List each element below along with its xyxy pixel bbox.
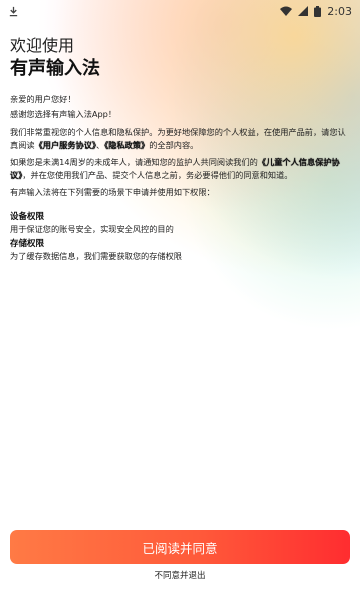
disagree-exit-link[interactable]: 不同意并退出 — [0, 569, 360, 581]
agree-button[interactable]: 已阅读并同意 — [10, 530, 350, 564]
consent-content: 欢迎使用 有声输入法 亲爱的用户您好！ 感谢您选择有声输入法App！ 我们非常重… — [10, 36, 348, 262]
privacy-intro-paragraph: 我们非常重视您的个人信息和隐私保护。为更好地保障您的个人权益，在使用产品前，请您… — [10, 126, 348, 152]
greeting-text: 亲爱的用户您好！ — [10, 94, 76, 104]
minor-outro-text: ，并在您使用我们产品、提交个人信息之前，务必要得他们的同意和知道。 — [22, 170, 293, 180]
permission-desc-storage: 为了缓存数据信息，我们需要获取您的存储权限 — [10, 251, 182, 261]
thanks-text: 感谢您选择有声输入法App！ — [10, 109, 117, 119]
status-time: 2:03 — [327, 4, 352, 18]
permission-title-device: 设备权限 — [10, 212, 45, 222]
privacy-policy-link[interactable]: 《隐私政策》 — [104, 140, 149, 150]
download-icon — [8, 6, 19, 17]
battery-icon — [314, 5, 322, 17]
minor-intro-text: 如果您是未满14周岁的未成年人，请通知您的监护人共同阅读我们的 — [10, 157, 258, 167]
permission-desc-device: 用于保证您的账号安全，实现安全风控的目的 — [10, 224, 174, 234]
permissions-lead-text: 有声输入法将在下列需要的场景下申请并使用如下权限： — [10, 187, 215, 197]
link-separator: 、 — [95, 140, 105, 150]
status-bar: 2:03 — [0, 0, 360, 22]
welcome-text: 欢迎使用 — [10, 36, 75, 55]
wifi-icon — [280, 6, 293, 16]
signal-icon — [298, 6, 309, 16]
user-agreement-link[interactable]: 《用户服务协议》 — [35, 140, 96, 150]
app-name-title: 有声输入法 — [10, 58, 100, 79]
permission-title-storage: 存储权限 — [10, 239, 45, 249]
minor-notice-paragraph: 如果您是未满14周岁的未成年人，请通知您的监护人共同阅读我们的《儿童个人信息保护… — [10, 156, 348, 182]
privacy-outro-text: 的全部内容。 — [149, 140, 199, 150]
